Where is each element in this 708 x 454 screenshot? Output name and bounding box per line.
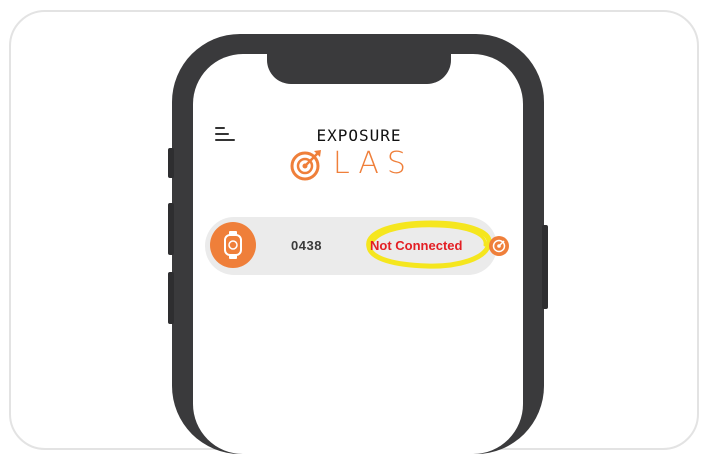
- hamburger-menu-icon[interactable]: [215, 127, 237, 147]
- connection-status: Not Connected: [370, 238, 463, 253]
- phone-side-button-volume-down: [168, 272, 174, 324]
- phone-side-button-power: [542, 225, 548, 309]
- phone-side-button-mute: [168, 148, 174, 178]
- wearable-device-icon: [210, 222, 256, 268]
- device-list-item[interactable]: 0438 Not Connected: [205, 217, 509, 275]
- phone-notch: [267, 54, 451, 84]
- sync-target-icon[interactable]: [489, 236, 509, 256]
- phone-side-button-volume-up: [168, 203, 174, 255]
- device-id: 0438: [291, 238, 322, 253]
- app-logo: EXPOSURE LAS: [289, 124, 429, 186]
- phone-screen: EXPOSURE LAS 0438 Not Connected: [193, 54, 523, 454]
- logo-text-exposure: EXPOSURE: [316, 126, 402, 145]
- logo-text-las: LAS: [333, 146, 414, 181]
- target-logo-icon: [290, 150, 321, 181]
